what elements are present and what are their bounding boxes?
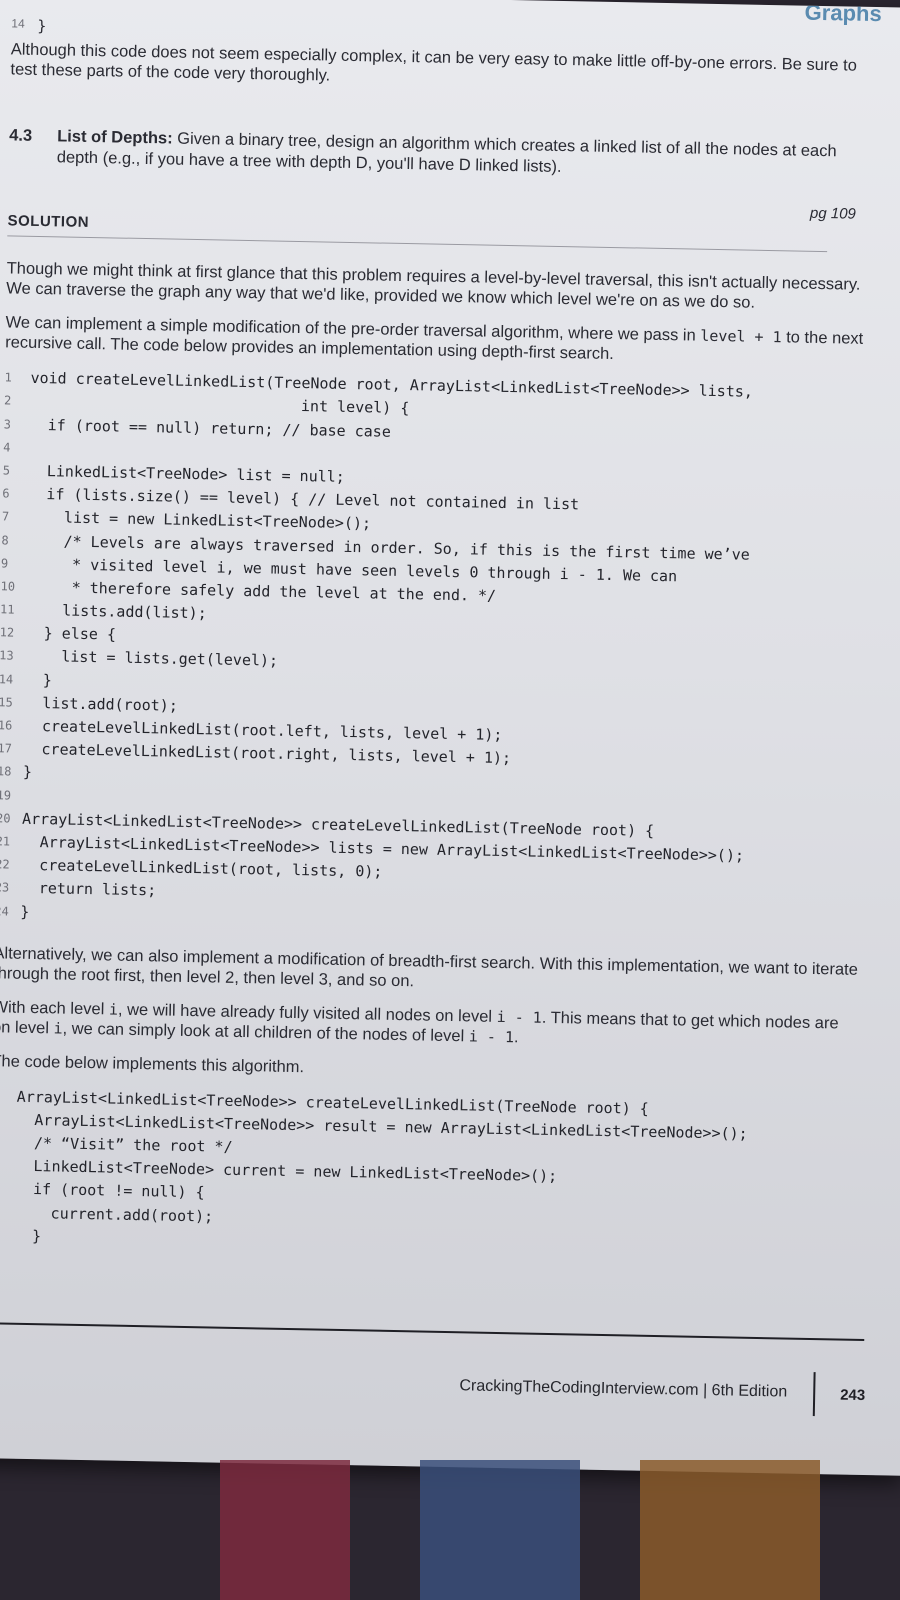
code-text: } bbox=[24, 670, 53, 689]
line-number: 3 bbox=[0, 1131, 16, 1155]
inline-code: i bbox=[53, 1019, 63, 1038]
line-number: 14 bbox=[11, 16, 25, 31]
line-number: 16 bbox=[0, 718, 13, 733]
text-span: With each level bbox=[0, 997, 110, 1019]
line-number: 2 bbox=[3, 393, 12, 408]
code-listing-bfs: 1ArrayList<LinkedList<TreeNode>> createL… bbox=[0, 1085, 859, 1264]
page-number: 243 bbox=[839, 1386, 866, 1405]
problem-statement: 4.3 List of Depths: Given a binary tree,… bbox=[9, 126, 878, 185]
inline-code: i - 1 bbox=[496, 1007, 542, 1027]
problem-number: 4.3 bbox=[9, 126, 33, 146]
line-number: 6 bbox=[2, 486, 10, 501]
line-number: 15 bbox=[0, 695, 13, 710]
problem-title: List of Depths: bbox=[57, 127, 173, 148]
problem-text: Given a binary tree, design an algorithm… bbox=[56, 129, 837, 177]
line-number: 4 bbox=[3, 440, 11, 455]
code-text: list = lists.get(level); bbox=[25, 647, 279, 671]
background-fabric bbox=[220, 1460, 350, 1600]
line-number: 24 bbox=[0, 903, 9, 919]
page-content: 14 } Although this code does not seem es… bbox=[0, 16, 879, 1283]
line-number: 5 bbox=[2, 463, 11, 478]
code-text: lists.add(list); bbox=[25, 600, 207, 623]
paragraph-3: Alternatively, we can also implement a m… bbox=[0, 943, 859, 991]
line-number: 3 bbox=[3, 416, 12, 432]
inline-code: level + 1 bbox=[700, 326, 782, 347]
line-number: 13 bbox=[0, 648, 14, 664]
line-number: 21 bbox=[0, 834, 11, 849]
code-text: current.add(root); bbox=[14, 1203, 214, 1226]
footer-site: CrackingTheCodingInterview.com | 6th Edi… bbox=[459, 1377, 788, 1401]
code-text: } bbox=[22, 763, 33, 782]
code-listing-dfs: 1 void createLevelLinkedList(TreeNode roo… bbox=[0, 367, 873, 940]
line-number: 14 bbox=[0, 671, 14, 687]
code-text: list.add(root); bbox=[24, 693, 179, 715]
background-fabric bbox=[420, 1460, 580, 1600]
code-text: return lists; bbox=[20, 879, 157, 900]
line-number: 17 bbox=[0, 741, 13, 756]
line-number: 1 bbox=[4, 370, 12, 385]
footer-separator bbox=[812, 1372, 816, 1417]
line-number: 20 bbox=[0, 811, 11, 826]
text-span: . bbox=[513, 1027, 519, 1047]
code-text: } bbox=[37, 16, 47, 36]
line-number: 2 bbox=[0, 1108, 17, 1132]
paragraph-4: With each level i, we will have already … bbox=[0, 997, 861, 1054]
line-number: 18 bbox=[0, 764, 12, 779]
line-number: 10 bbox=[0, 579, 16, 594]
line-number: 7 bbox=[1, 509, 10, 524]
book-page: Graphs 14 } Although this code does not … bbox=[0, 0, 900, 1476]
line-number: 12 bbox=[0, 625, 15, 640]
inline-code: i - 1 bbox=[468, 1027, 515, 1046]
line-number: 5 bbox=[0, 1178, 15, 1202]
line-number: 7 bbox=[0, 1224, 14, 1248]
line-number: 19 bbox=[0, 787, 12, 803]
code-text: } bbox=[20, 902, 30, 921]
paragraph-5: The code below implements this algorithm… bbox=[0, 1051, 305, 1076]
code-text: } else { bbox=[25, 624, 117, 644]
background-fabric bbox=[640, 1460, 820, 1600]
code-text: } bbox=[13, 1226, 42, 1246]
line-number: 6 bbox=[0, 1201, 15, 1225]
line-number: 22 bbox=[0, 857, 10, 872]
line-number: 23 bbox=[0, 880, 10, 895]
line-number: 4 bbox=[0, 1154, 16, 1178]
line-number: 11 bbox=[0, 602, 15, 617]
line-number: 8 bbox=[1, 532, 9, 547]
running-head: Graphs bbox=[804, 0, 882, 27]
inline-code: i bbox=[108, 1000, 119, 1019]
paragraph-2: We can implement a simple modification o… bbox=[5, 313, 874, 370]
line-number: 1 bbox=[0, 1085, 17, 1109]
line-number: 9 bbox=[0, 556, 9, 571]
footer-divider bbox=[0, 1321, 865, 1342]
problem-body: List of Depths: Given a binary tree, des… bbox=[57, 127, 878, 185]
paragraph-1: Though we might think at first glance th… bbox=[6, 259, 861, 312]
